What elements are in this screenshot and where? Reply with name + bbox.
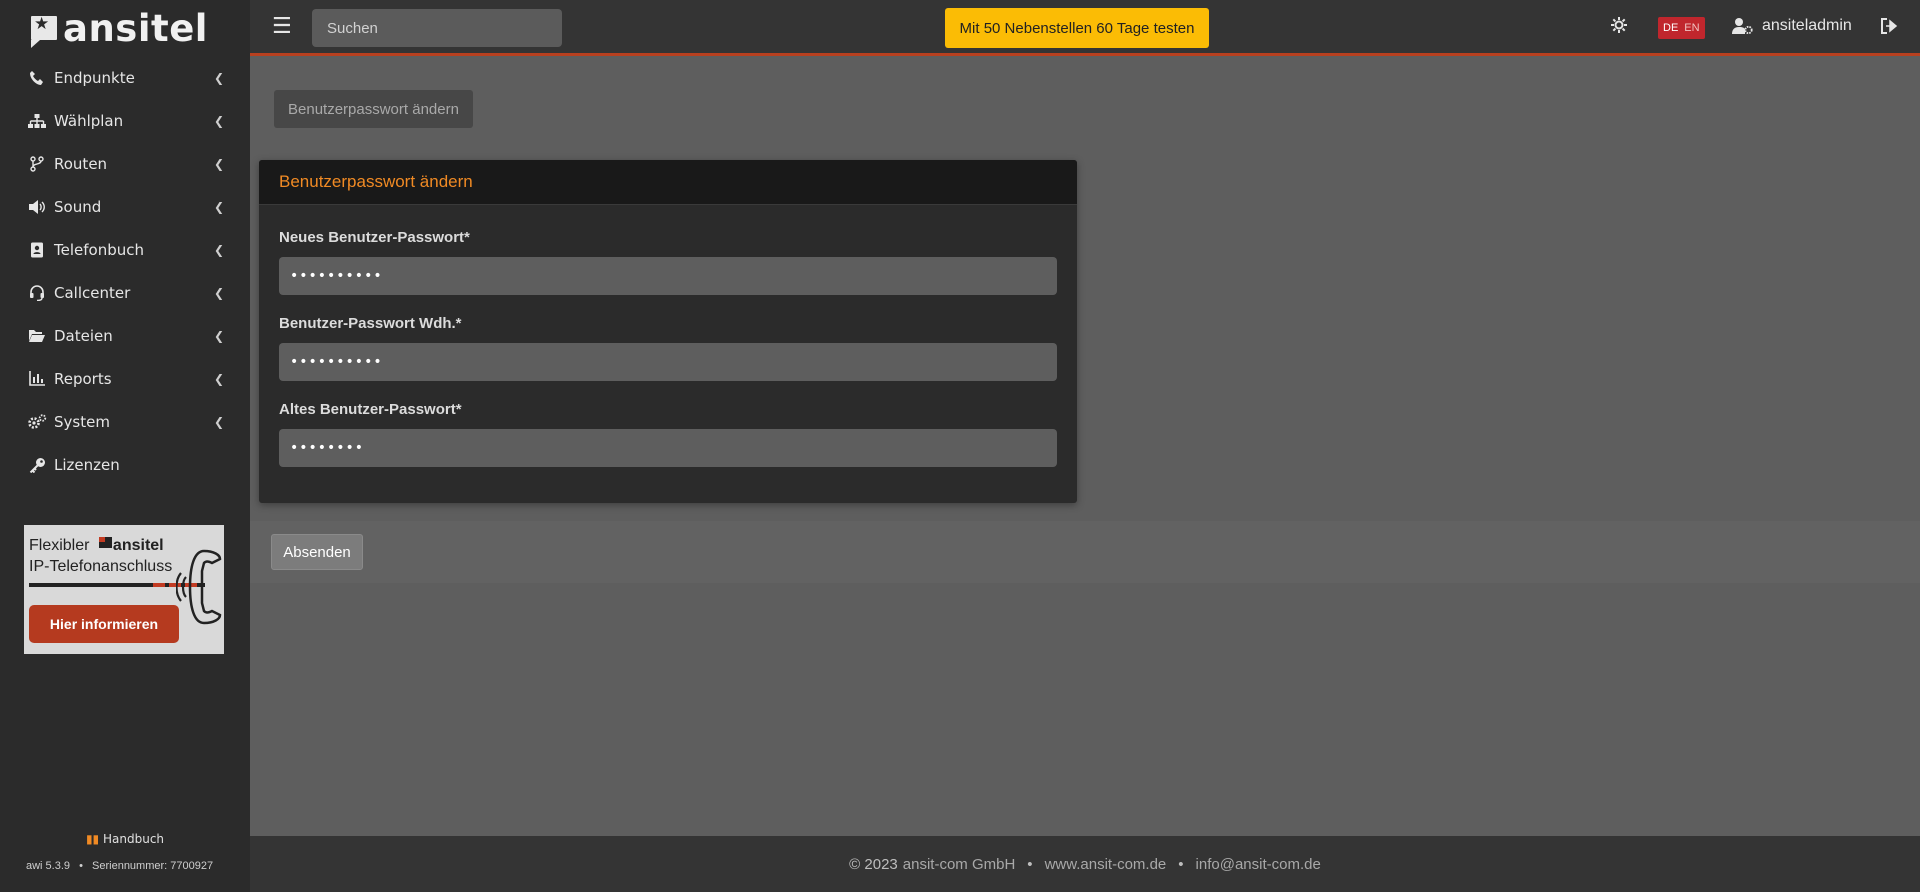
breadcrumb: Benutzerpasswort ändern [274,90,473,128]
logout-icon[interactable] [1880,18,1898,38]
email-link[interactable]: info@ansit-com.de [1196,856,1321,873]
promo-line1: Flexibler ansitel [29,537,164,555]
sitemap-icon [26,113,48,129]
promo-line2: IP-Telefonanschluss [29,558,173,575]
search-input[interactable] [312,9,562,47]
handbook-label: Handbuch [103,832,165,846]
theme-toggle-icon[interactable] [1610,16,1628,38]
footer-separator: • [1027,855,1033,873]
sidebar-item-endpunkte[interactable]: Endpunkte ❮ [0,56,250,99]
promo-line1-prefix: Flexibler [29,537,90,554]
version-label: awi 5.3.9 [26,860,71,872]
user-cog-icon [1732,18,1753,35]
lang-en[interactable]: EN [1684,22,1699,34]
book-icon: ▮▮ [85,832,100,846]
chevron-left-icon: ❮ [213,156,224,171]
footer-separator: • [1178,855,1184,873]
sidebar: ★ ansitel Endpunkte ❮ Wählplan ❮ Routen … [0,0,250,892]
sidebar-item-label: Endpunkte [54,68,135,87]
volume-icon [26,199,48,215]
key-icon [26,457,48,473]
sidebar-item-label: Lizenzen [54,455,120,474]
address-book-icon [26,242,48,258]
form-actions-bar [250,521,1920,583]
chevron-left-icon: ❮ [213,242,224,257]
chevron-left-icon: ❮ [213,328,224,343]
sidebar-item-label: Reports [54,369,112,388]
user-menu[interactable]: ansiteladmin [1732,17,1852,35]
sidebar-nav: Endpunkte ❮ Wählplan ❮ Routen ❮ Sound ❮ [0,56,250,486]
headset-icon [26,284,48,301]
chevron-left-icon: ❮ [213,199,224,214]
language-switch[interactable]: DE EN [1658,17,1705,39]
new-password-group: Neues Benutzer-Passwort* •••••••••• [279,229,1057,295]
handset-icon [176,549,222,625]
sidebar-item-label: Telefonbuch [54,240,144,259]
serial-number: Seriennummer: 7700927 [92,860,214,872]
repeat-password-input[interactable]: •••••••••• [279,343,1057,381]
logo-icon: ★ [31,14,57,48]
phone-icon [26,70,48,86]
brand-name: ansitel [63,6,208,50]
sidebar-item-label: Sound [54,197,102,216]
sidebar-item-waehlplan[interactable]: Wählplan ❮ [0,99,250,142]
sidebar-item-label: Wählplan [54,111,124,130]
chevron-left-icon: ❮ [213,414,224,429]
website-link[interactable]: www.ansit-com.de [1045,856,1167,873]
new-password-input[interactable]: •••••••••• [279,257,1057,295]
company-link[interactable]: ansit-com GmbH [903,856,1016,873]
sidebar-item-system[interactable]: System ❮ [0,400,250,443]
sidebar-item-routen[interactable]: Routen ❮ [0,142,250,185]
submit-button[interactable]: Absenden [271,534,363,570]
username: ansiteladmin [1762,17,1852,34]
sidebar-item-label: Dateien [54,326,113,345]
version-info: awi 5.3.9 • Seriennummer: 7700927 [26,860,214,872]
footer: © 2023 ansit-com GmbH • www.ansit-com.de… [250,836,1920,892]
old-password-group: Altes Benutzer-Passwort* •••••••• [279,401,1057,467]
promo-info-button[interactable]: Hier informieren [29,605,179,643]
promo-logo-icon [98,537,112,548]
chart-icon [26,371,48,386]
sidebar-item-label: Routen [54,154,108,173]
chevron-left-icon: ❮ [213,285,224,300]
chevron-left-icon: ❮ [213,371,224,386]
old-password-label: Altes Benutzer-Passwort* [279,401,462,418]
topbar: ☰ Mit 50 Nebenstellen 60 Tage testen DE … [250,0,1920,56]
handbook-link[interactable]: ▮▮ Handbuch [0,832,250,846]
trial-button[interactable]: Mit 50 Nebenstellen 60 Tage testen [945,8,1209,48]
hamburger-menu-icon[interactable]: ☰ [272,14,292,39]
sidebar-item-telefonbuch[interactable]: Telefonbuch ❮ [0,228,250,271]
chevron-left-icon: ❮ [213,70,224,85]
branch-icon [26,155,48,172]
promo-line1-brand: ansitel [112,537,164,554]
sidebar-item-reports[interactable]: Reports ❮ [0,357,250,400]
repeat-password-group: Benutzer-Passwort Wdh.* •••••••••• [279,315,1057,381]
sidebar-item-dateien[interactable]: Dateien ❮ [0,314,250,357]
cogs-icon [26,413,48,430]
repeat-password-label: Benutzer-Passwort Wdh.* [279,315,462,332]
sidebar-item-label: Callcenter [54,283,131,302]
password-form-card: Benutzerpasswort ändern Neues Benutzer-P… [259,160,1077,503]
old-password-input[interactable]: •••••••• [279,429,1057,467]
card-title: Benutzerpasswort ändern [259,160,1077,205]
lang-de[interactable]: DE [1663,22,1678,34]
new-password-label: Neues Benutzer-Passwort* [279,229,470,246]
chevron-left-icon: ❮ [213,113,224,128]
sidebar-item-callcenter[interactable]: Callcenter ❮ [0,271,250,314]
copyright: © 2023 [849,855,898,873]
sidebar-item-lizenzen[interactable]: Lizenzen [0,443,250,486]
folder-open-icon [26,328,48,343]
brand-logo[interactable]: ★ ansitel [0,0,250,56]
promo-banner[interactable]: Flexibler ansitel IP-Telefonanschluss Hi… [24,525,224,654]
sidebar-item-sound[interactable]: Sound ❮ [0,185,250,228]
sidebar-item-label: System [54,412,110,431]
